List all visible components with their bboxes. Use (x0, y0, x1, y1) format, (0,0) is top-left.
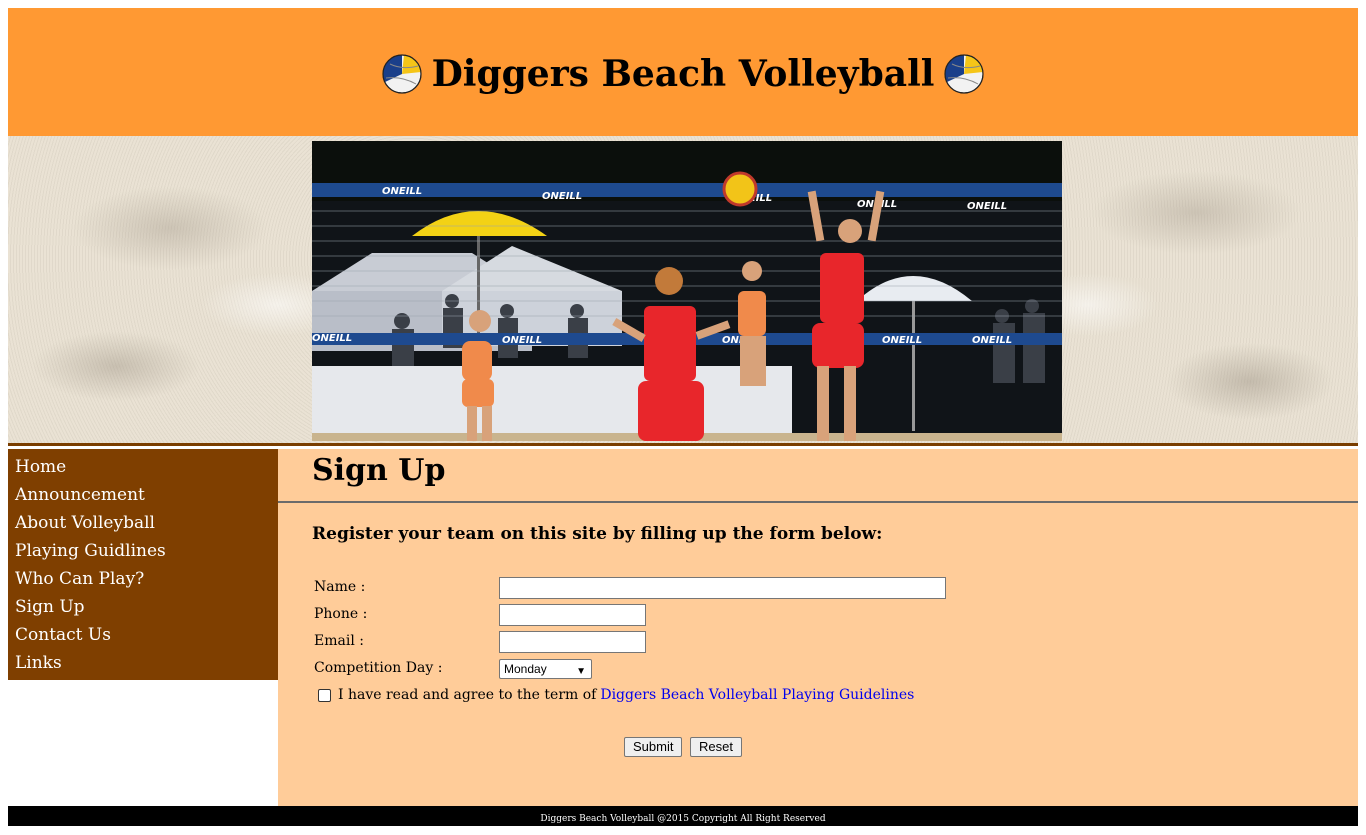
sidebar-item-home[interactable]: Home (8, 453, 278, 481)
submit-button[interactable]: Submit (624, 737, 683, 757)
name-label: Name : (314, 579, 366, 595)
svg-text:ONEILL: ONEILL (542, 191, 582, 202)
agree-checkbox[interactable] (318, 688, 331, 702)
net-brand-text: ONEILL (382, 186, 422, 197)
sidebar-item-contact-us[interactable]: Contact Us (8, 621, 278, 649)
phone-label: Phone : (314, 606, 368, 622)
phone-field[interactable] (499, 604, 646, 626)
banner-sand: ONEILL ONEILL ONEILL ONEILL ONEILL ONEIL… (8, 136, 1358, 446)
agree-row: I have read and agree to the term of Dig… (318, 685, 914, 705)
page: Diggers Beach Volleyball ONEILL ONEILL O… (8, 8, 1358, 826)
email-label: Email : (314, 633, 364, 649)
volleyball-icon (944, 54, 985, 94)
competition-day-select[interactable]: Monday ▼ (499, 659, 592, 679)
reset-button[interactable]: Reset (690, 737, 742, 757)
sidebar-item-playing-guidelines[interactable]: Playing Guidlines (8, 537, 278, 565)
guidelines-link[interactable]: Diggers Beach Volleyball Playing Guideli… (600, 687, 914, 703)
svg-text:ONEILL: ONEILL (882, 335, 922, 346)
svg-text:ONEILL: ONEILL (312, 333, 352, 344)
title-divider (278, 501, 1358, 503)
competition-day-value: Monday (504, 662, 547, 676)
svg-text:ONEILL: ONEILL (972, 335, 1012, 346)
volleyball-icon (381, 54, 422, 94)
sidebar-item-who-can-play[interactable]: Who Can Play? (8, 565, 278, 593)
name-field[interactable] (499, 577, 946, 599)
page-title: Sign Up (312, 453, 446, 488)
title-wrap: Diggers Beach Volleyball (8, 46, 1358, 102)
sidebar-nav: Home Announcement About Volleyball Playi… (8, 449, 278, 680)
agree-text: I have read and agree to the term of (338, 687, 597, 703)
email-field[interactable] (499, 631, 646, 653)
svg-text:ONEILL: ONEILL (502, 335, 542, 346)
sidebar-item-links[interactable]: Links (8, 649, 278, 677)
main-content: Sign Up Register your team on this site … (278, 449, 1358, 806)
copyright-text: Diggers Beach Volleyball @2015 Copyright… (540, 814, 826, 824)
site-footer: Diggers Beach Volleyball @2015 Copyright… (8, 806, 1358, 826)
sidebar-item-about-volleyball[interactable]: About Volleyball (8, 509, 278, 537)
sidebar-item-announcement[interactable]: Announcement (8, 481, 278, 509)
volleyball-photo: ONEILL ONEILL ONEILL ONEILL ONEILL ONEIL… (312, 141, 1062, 441)
sidebar-item-sign-up[interactable]: Sign Up (8, 593, 278, 621)
site-header: Diggers Beach Volleyball (8, 8, 1358, 136)
site-title: Diggers Beach Volleyball (431, 53, 935, 95)
form-intro: Register your team on this site by filli… (312, 524, 883, 544)
competition-day-label: Competition Day : (314, 660, 443, 676)
chevron-down-icon: ▼ (576, 666, 586, 677)
svg-text:ONEILL: ONEILL (967, 201, 1007, 212)
